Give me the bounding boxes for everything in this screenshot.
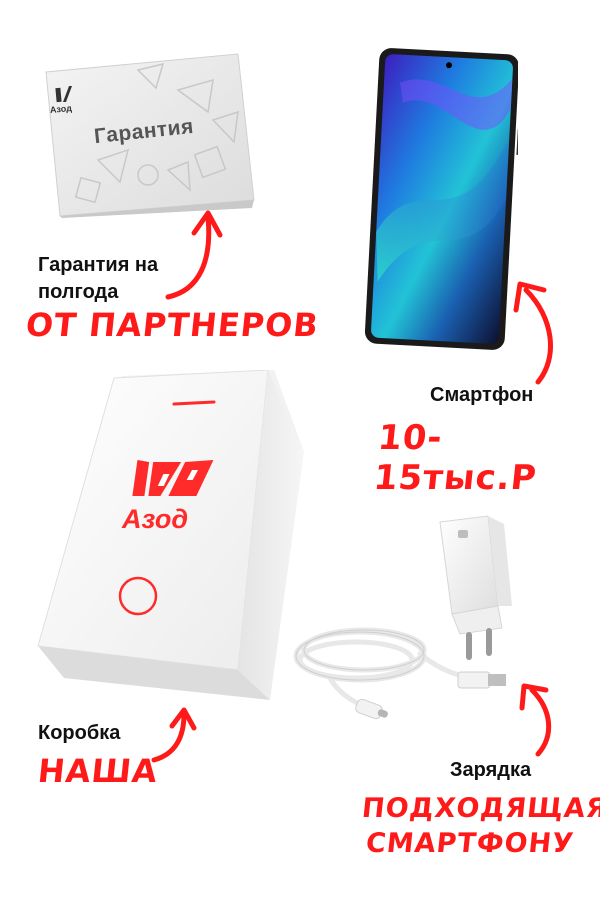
warranty-caption-line-2: полгода: [38, 281, 119, 303]
warranty-arrow-icon: [160, 205, 230, 305]
charger-tag-line-1: ПОДХОДЯЩАЯ: [360, 793, 600, 824]
smartphone-price-tag: 10-15тыс.Р: [371, 418, 539, 498]
charger-arrow-icon: [516, 680, 566, 760]
warranty-tag: ОТ ПАРТНЕРОВ: [24, 306, 321, 344]
warranty-card: Азод Гарантия: [38, 50, 260, 218]
smartphone-caption: Смартфон: [430, 384, 534, 406]
charger-tag-line-2: СМАРТФОНУ: [364, 828, 576, 859]
smartphone-image: [338, 45, 518, 355]
box-image: Азод: [34, 370, 314, 705]
box-logo-text: Азод: [122, 504, 189, 534]
charger-image: [290, 510, 530, 725]
box-caption: Коробка: [38, 722, 121, 744]
warranty-caption-line-1: Гарантия на: [38, 254, 159, 276]
warranty-card-logo-text: Азод: [49, 103, 73, 115]
smartphone-arrow-icon: [508, 278, 568, 388]
charger-caption: Зарядка: [450, 759, 532, 781]
box-tag: НАША: [36, 752, 160, 790]
